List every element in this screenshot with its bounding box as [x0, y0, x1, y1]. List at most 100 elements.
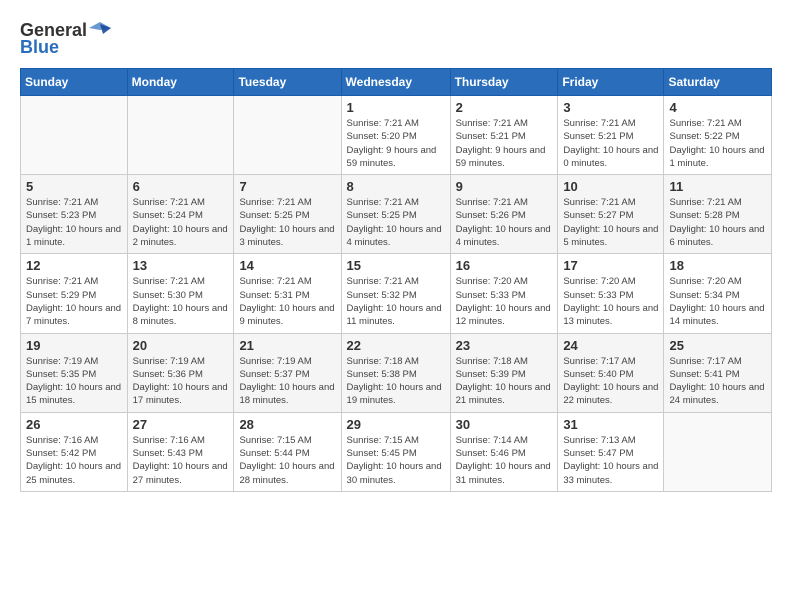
day-info: Sunrise: 7:19 AM Sunset: 5:35 PM Dayligh…: [26, 355, 122, 408]
calendar-cell: 29 Sunrise: 7:15 AM Sunset: 5:45 PM Dayli…: [341, 412, 450, 491]
calendar-week-row: 12 Sunrise: 7:21 AM Sunset: 5:29 PM Dayli…: [21, 254, 772, 333]
day-number: 30: [456, 417, 553, 432]
calendar-cell: 15 Sunrise: 7:21 AM Sunset: 5:32 PM Dayli…: [341, 254, 450, 333]
calendar-cell: 6 Sunrise: 7:21 AM Sunset: 5:24 PM Daylig…: [127, 175, 234, 254]
day-info: Sunrise: 7:21 AM Sunset: 5:25 PM Dayligh…: [347, 196, 445, 249]
calendar-cell: [664, 412, 772, 491]
day-info: Sunrise: 7:21 AM Sunset: 5:29 PM Dayligh…: [26, 275, 122, 328]
day-number: 5: [26, 179, 122, 194]
calendar-cell: 9 Sunrise: 7:21 AM Sunset: 5:26 PM Daylig…: [450, 175, 558, 254]
day-number: 15: [347, 258, 445, 273]
day-info: Sunrise: 7:21 AM Sunset: 5:31 PM Dayligh…: [239, 275, 335, 328]
day-info: Sunrise: 7:19 AM Sunset: 5:36 PM Dayligh…: [133, 355, 229, 408]
calendar-cell: 26 Sunrise: 7:16 AM Sunset: 5:42 PM Dayli…: [21, 412, 128, 491]
day-number: 3: [563, 100, 658, 115]
day-info: Sunrise: 7:21 AM Sunset: 5:21 PM Dayligh…: [456, 117, 553, 170]
day-info: Sunrise: 7:21 AM Sunset: 5:26 PM Dayligh…: [456, 196, 553, 249]
calendar-cell: 1Sunrise: 7:21 AM Sunset: 5:20 PM Daylig…: [341, 96, 450, 175]
calendar-cell: 11Sunrise: 7:21 AM Sunset: 5:28 PM Dayli…: [664, 175, 772, 254]
day-number: 28: [239, 417, 335, 432]
day-info: Sunrise: 7:16 AM Sunset: 5:42 PM Dayligh…: [26, 434, 122, 487]
calendar-cell: 25 Sunrise: 7:17 AM Sunset: 5:41 PM Dayli…: [664, 333, 772, 412]
weekday-header-sunday: Sunday: [21, 69, 128, 96]
calendar-week-row: 1Sunrise: 7:21 AM Sunset: 5:20 PM Daylig…: [21, 96, 772, 175]
calendar-week-row: 19 Sunrise: 7:19 AM Sunset: 5:35 PM Dayli…: [21, 333, 772, 412]
day-number: 8: [347, 179, 445, 194]
calendar-week-row: 5 Sunrise: 7:21 AM Sunset: 5:23 PM Daylig…: [21, 175, 772, 254]
day-number: 19: [26, 338, 122, 353]
calendar-cell: 14 Sunrise: 7:21 AM Sunset: 5:31 PM Dayli…: [234, 254, 341, 333]
day-info: Sunrise: 7:21 AM Sunset: 5:25 PM Dayligh…: [239, 196, 335, 249]
calendar-cell: 18Sunrise: 7:20 AM Sunset: 5:34 PM Dayli…: [664, 254, 772, 333]
day-number: 26: [26, 417, 122, 432]
logo-text-blue: Blue: [20, 37, 59, 58]
calendar-cell: 7 Sunrise: 7:21 AM Sunset: 5:25 PM Daylig…: [234, 175, 341, 254]
day-info: Sunrise: 7:21 AM Sunset: 5:32 PM Dayligh…: [347, 275, 445, 328]
calendar-cell: 3 Sunrise: 7:21 AM Sunset: 5:21 PM Daylig…: [558, 96, 664, 175]
weekday-header-row: SundayMondayTuesdayWednesdayThursdayFrid…: [21, 69, 772, 96]
day-number: 10: [563, 179, 658, 194]
day-number: 17: [563, 258, 658, 273]
calendar-cell: 19 Sunrise: 7:19 AM Sunset: 5:35 PM Dayli…: [21, 333, 128, 412]
day-info: Sunrise: 7:21 AM Sunset: 5:22 PM Dayligh…: [669, 117, 766, 170]
calendar-cell: 24Sunrise: 7:17 AM Sunset: 5:40 PM Dayli…: [558, 333, 664, 412]
day-info: Sunrise: 7:17 AM Sunset: 5:41 PM Dayligh…: [669, 355, 766, 408]
day-number: 2: [456, 100, 553, 115]
calendar-cell: 31 Sunrise: 7:13 AM Sunset: 5:47 PM Dayli…: [558, 412, 664, 491]
weekday-header-monday: Monday: [127, 69, 234, 96]
day-info: Sunrise: 7:13 AM Sunset: 5:47 PM Dayligh…: [563, 434, 658, 487]
day-info: Sunrise: 7:20 AM Sunset: 5:34 PM Dayligh…: [669, 275, 766, 328]
calendar-cell: 22 Sunrise: 7:18 AM Sunset: 5:38 PM Dayli…: [341, 333, 450, 412]
day-info: Sunrise: 7:14 AM Sunset: 5:46 PM Dayligh…: [456, 434, 553, 487]
weekday-header-thursday: Thursday: [450, 69, 558, 96]
day-info: Sunrise: 7:21 AM Sunset: 5:23 PM Dayligh…: [26, 196, 122, 249]
calendar-cell: 10 Sunrise: 7:21 AM Sunset: 5:27 PM Dayli…: [558, 175, 664, 254]
page-header: General Blue: [20, 20, 772, 58]
day-info: Sunrise: 7:21 AM Sunset: 5:30 PM Dayligh…: [133, 275, 229, 328]
day-info: Sunrise: 7:20 AM Sunset: 5:33 PM Dayligh…: [456, 275, 553, 328]
day-number: 21: [239, 338, 335, 353]
calendar-cell: 30 Sunrise: 7:14 AM Sunset: 5:46 PM Dayli…: [450, 412, 558, 491]
day-number: 14: [239, 258, 335, 273]
day-number: 4: [669, 100, 766, 115]
day-number: 27: [133, 417, 229, 432]
calendar-cell: [127, 96, 234, 175]
day-info: Sunrise: 7:19 AM Sunset: 5:37 PM Dayligh…: [239, 355, 335, 408]
day-info: Sunrise: 7:15 AM Sunset: 5:45 PM Dayligh…: [347, 434, 445, 487]
day-info: Sunrise: 7:15 AM Sunset: 5:44 PM Dayligh…: [239, 434, 335, 487]
day-number: 25: [669, 338, 766, 353]
logo: General Blue: [20, 20, 111, 58]
day-info: Sunrise: 7:21 AM Sunset: 5:27 PM Dayligh…: [563, 196, 658, 249]
calendar-cell: 23Sunrise: 7:18 AM Sunset: 5:39 PM Dayli…: [450, 333, 558, 412]
day-info: Sunrise: 7:21 AM Sunset: 5:28 PM Dayligh…: [669, 196, 766, 249]
calendar-cell: 21 Sunrise: 7:19 AM Sunset: 5:37 PM Dayli…: [234, 333, 341, 412]
day-number: 7: [239, 179, 335, 194]
day-number: 6: [133, 179, 229, 194]
calendar-week-row: 26 Sunrise: 7:16 AM Sunset: 5:42 PM Dayli…: [21, 412, 772, 491]
day-number: 13: [133, 258, 229, 273]
weekday-header-friday: Friday: [558, 69, 664, 96]
day-number: 23: [456, 338, 553, 353]
day-number: 12: [26, 258, 122, 273]
day-info: Sunrise: 7:20 AM Sunset: 5:33 PM Dayligh…: [563, 275, 658, 328]
day-info: Sunrise: 7:17 AM Sunset: 5:40 PM Dayligh…: [563, 355, 658, 408]
weekday-header-tuesday: Tuesday: [234, 69, 341, 96]
day-number: 31: [563, 417, 658, 432]
day-number: 29: [347, 417, 445, 432]
calendar-cell: 20 Sunrise: 7:19 AM Sunset: 5:36 PM Dayli…: [127, 333, 234, 412]
day-number: 16: [456, 258, 553, 273]
calendar-cell: [234, 96, 341, 175]
day-info: Sunrise: 7:18 AM Sunset: 5:38 PM Dayligh…: [347, 355, 445, 408]
day-info: Sunrise: 7:21 AM Sunset: 5:24 PM Dayligh…: [133, 196, 229, 249]
day-number: 20: [133, 338, 229, 353]
day-number: 9: [456, 179, 553, 194]
calendar-cell: 4 Sunrise: 7:21 AM Sunset: 5:22 PM Daylig…: [664, 96, 772, 175]
calendar-cell: 12 Sunrise: 7:21 AM Sunset: 5:29 PM Dayli…: [21, 254, 128, 333]
day-number: 22: [347, 338, 445, 353]
calendar-table: SundayMondayTuesdayWednesdayThursdayFrid…: [20, 68, 772, 492]
logo-bird-icon: [89, 20, 111, 40]
day-info: Sunrise: 7:21 AM Sunset: 5:21 PM Dayligh…: [563, 117, 658, 170]
weekday-header-saturday: Saturday: [664, 69, 772, 96]
calendar-cell: 13 Sunrise: 7:21 AM Sunset: 5:30 PM Dayli…: [127, 254, 234, 333]
calendar-cell: 16 Sunrise: 7:20 AM Sunset: 5:33 PM Dayli…: [450, 254, 558, 333]
